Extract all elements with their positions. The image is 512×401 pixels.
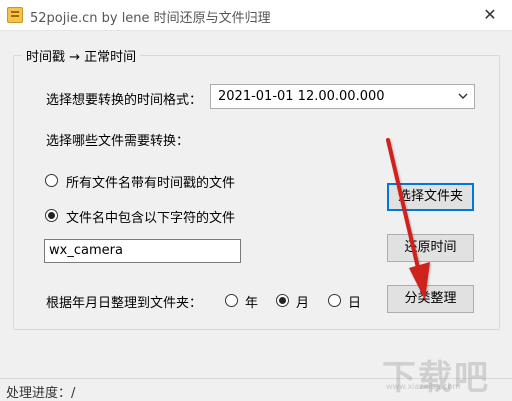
radio-contains-text-files-label: 文件名中包含以下字符的文件	[66, 211, 236, 226]
window-title: 52pojie.cn by lene 时间还原与文件归理	[30, 11, 271, 26]
restore-time-button[interactable]: 还原时间	[387, 234, 474, 262]
filter-text-value: wx_camera	[49, 243, 123, 258]
progress-status: 处理进度：/	[6, 386, 76, 401]
close-button[interactable]: ✕	[468, 0, 512, 30]
time-format-select[interactable]: 2021-01-01 12.00.00.000	[210, 84, 475, 109]
files-label: 选择哪些文件需要转换：	[46, 134, 190, 149]
radio-day[interactable]	[328, 294, 341, 307]
watermark-text: 下载吧	[382, 358, 490, 398]
radio-all-timestamp-files-label: 所有文件名带有时间戳的文件	[66, 176, 236, 191]
radio-year[interactable]	[225, 294, 238, 307]
filter-text-input[interactable]: wx_camera	[44, 239, 241, 263]
format-label: 选择想要转换的时间格式：	[46, 93, 203, 108]
organize-label: 根据年月日整理到文件夹：	[46, 296, 203, 311]
radio-month-label: 月	[296, 296, 310, 311]
select-folder-button[interactable]: 选择文件夹	[387, 183, 474, 211]
watermark-url: www.xiazaiba.com	[386, 382, 461, 391]
chevron-down-icon	[458, 93, 468, 99]
groupbox-legend: 时间戳 → 正常时间	[22, 46, 141, 65]
watermark-logo: 下载吧 www.xiazaiba.com	[376, 342, 506, 398]
radio-month[interactable]	[276, 294, 289, 307]
title-bar: 52pojie.cn by lene 时间还原与文件归理 ✕	[0, 0, 512, 31]
time-format-value: 2021-01-01 12.00.00.000	[218, 89, 385, 104]
radio-day-label: 日	[348, 296, 362, 311]
radio-contains-text-files[interactable]	[45, 209, 58, 222]
radio-all-timestamp-files[interactable]	[45, 174, 58, 187]
app-icon	[7, 7, 23, 23]
radio-year-label: 年	[245, 296, 259, 311]
classify-button[interactable]: 分类整理	[387, 285, 474, 313]
